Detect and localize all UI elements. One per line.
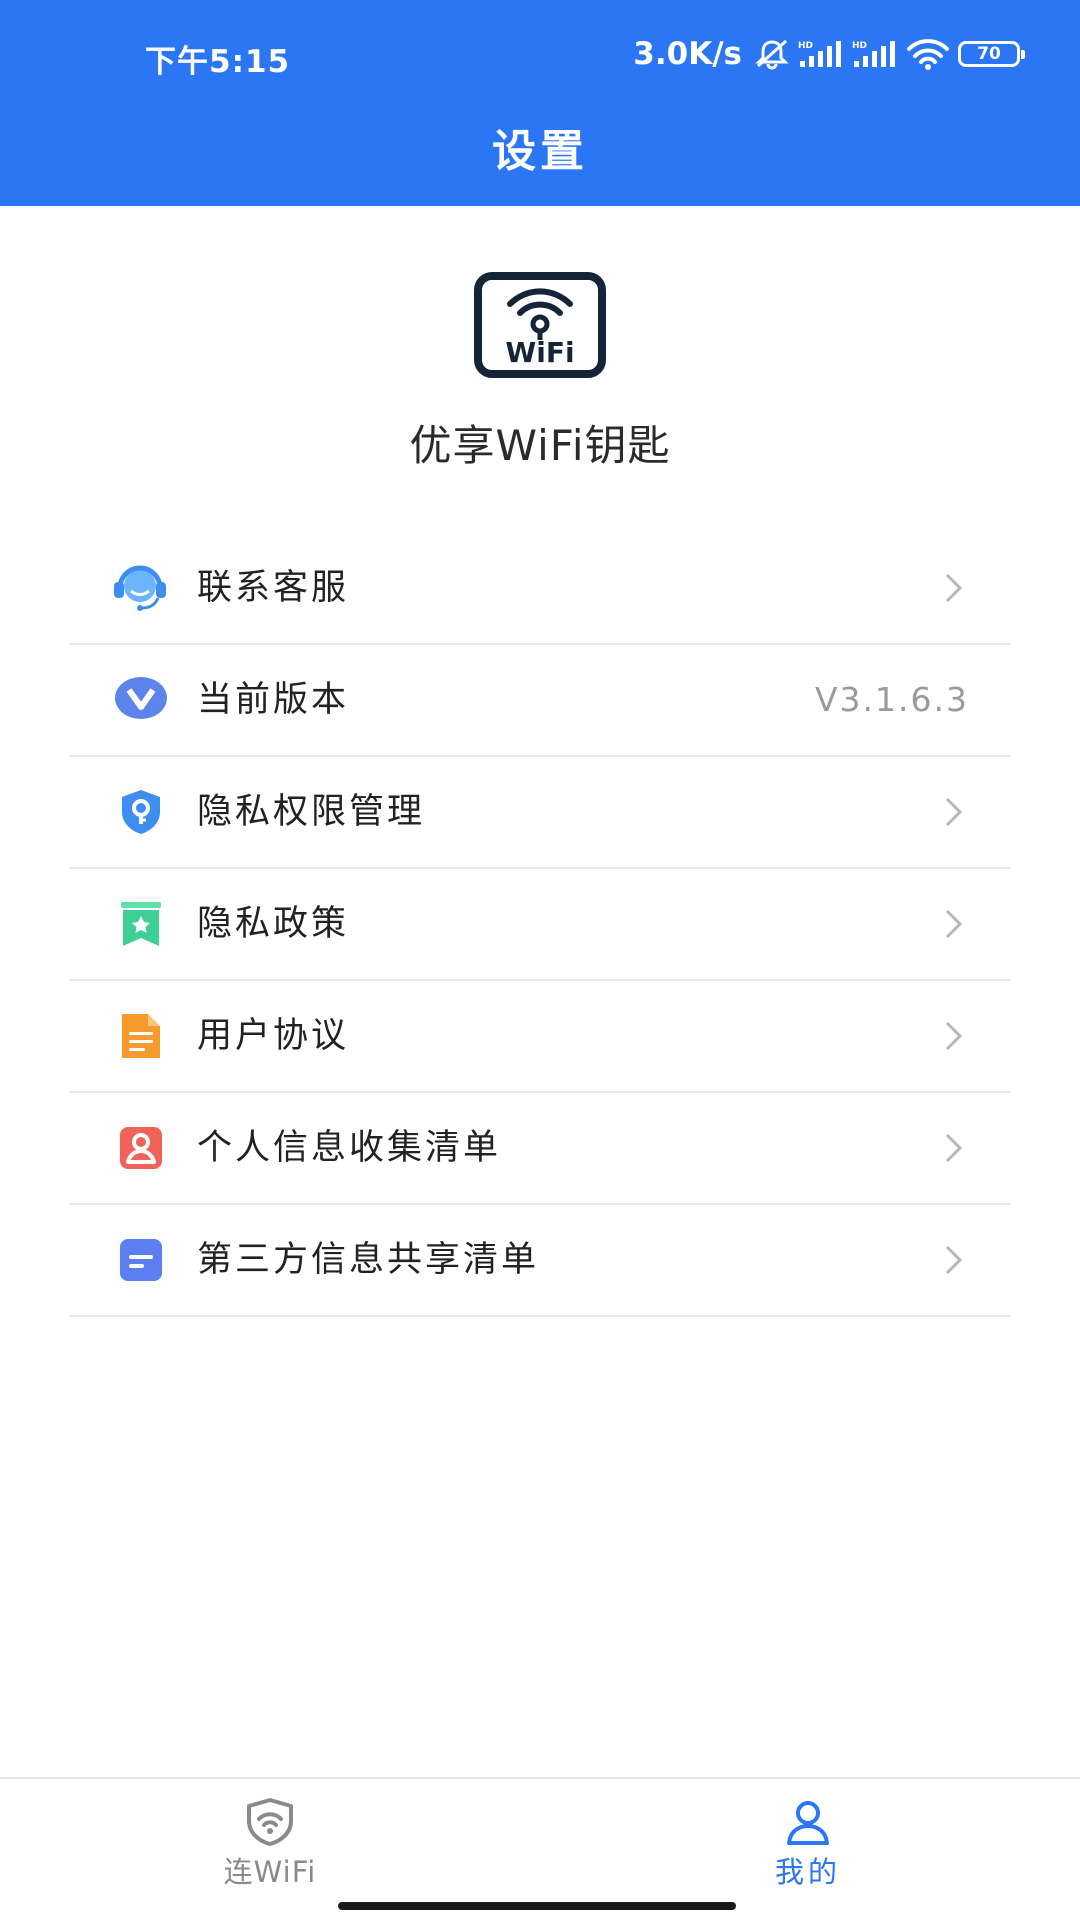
signal-hd-icon: HD — [798, 39, 844, 69]
menu-item-privacy-permissions[interactable]: 隐私权限管理 — [69, 757, 1011, 869]
bookmark-star-icon — [117, 900, 165, 948]
header: 下午5:15 3.0K/s HD HD 70 设置 — [0, 0, 1080, 206]
version-icon — [115, 676, 167, 724]
wifi-shield-icon — [245, 1797, 295, 1847]
person-card-icon — [117, 1124, 165, 1172]
page-title: 设置 — [492, 126, 588, 177]
wifi-key-logo-icon: WiFi — [505, 288, 575, 369]
status-time: 下午5:15 — [145, 44, 291, 80]
wifi-status-icon — [906, 38, 950, 70]
app-name: 优享WiFi钥匙 — [409, 421, 671, 470]
chevron-right-icon — [943, 796, 963, 828]
network-speed: 3.0K/s — [633, 36, 742, 72]
menu-item-privacy-policy[interactable]: 隐私政策 — [69, 869, 1011, 981]
list-doc-icon — [117, 1236, 165, 1284]
svg-text:HD: HD — [852, 41, 867, 51]
chevron-right-icon — [943, 1132, 963, 1164]
signal-hd-icon-2: HD — [852, 39, 898, 69]
version-number: V3.1.6.3 — [814, 680, 969, 719]
tab-mine[interactable]: 我的 — [708, 1779, 908, 1899]
chevron-right-icon — [943, 1244, 963, 1276]
tab-connect-wifi[interactable]: 连WiFi — [170, 1779, 370, 1899]
bottom-tab-bar: 连WiFi 我的 — [0, 1777, 1080, 1922]
shield-key-icon — [117, 788, 165, 836]
menu-label: 用户协议 — [197, 1016, 350, 1056]
menu-item-customer-service[interactable]: 联系客服 — [69, 533, 1011, 645]
chevron-right-icon — [943, 572, 963, 604]
menu-item-user-agreement[interactable]: 用户协议 — [69, 981, 1011, 1093]
status-icons: 3.0K/s HD HD 70 — [633, 34, 1025, 74]
document-icon — [117, 1012, 165, 1060]
logo-wordmark: WiFi — [505, 336, 574, 369]
chevron-right-icon — [943, 1020, 963, 1052]
menu-label: 个人信息收集清单 — [197, 1128, 502, 1168]
menu-label: 当前版本 — [197, 680, 350, 720]
settings-menu: 联系客服 当前版本 V3.1.6.3 隐私权限管理 隐私政策 用户协议 个人信息… — [69, 533, 1011, 1317]
user-icon — [783, 1797, 833, 1847]
menu-item-third-party-sharing-list[interactable]: 第三方信息共享清单 — [69, 1205, 1011, 1317]
battery-indicator: 70 — [958, 41, 1025, 67]
menu-item-personal-info-list[interactable]: 个人信息收集清单 — [69, 1093, 1011, 1205]
menu-item-version[interactable]: 当前版本 V3.1.6.3 — [69, 645, 1011, 757]
tab-label: 我的 — [774, 1855, 841, 1889]
menu-label: 隐私政策 — [197, 904, 350, 944]
menu-label: 联系客服 — [197, 568, 350, 608]
mute-bell-icon — [754, 38, 790, 70]
menu-label: 隐私权限管理 — [197, 792, 426, 832]
chevron-right-icon — [943, 908, 963, 940]
app-logo: WiFi — [474, 272, 606, 378]
tab-label: 连WiFi — [223, 1855, 317, 1889]
svg-text:HD: HD — [798, 41, 813, 51]
customer-service-icon — [114, 564, 166, 612]
home-indicator[interactable] — [338, 1902, 736, 1910]
menu-label: 第三方信息共享清单 — [197, 1240, 540, 1280]
